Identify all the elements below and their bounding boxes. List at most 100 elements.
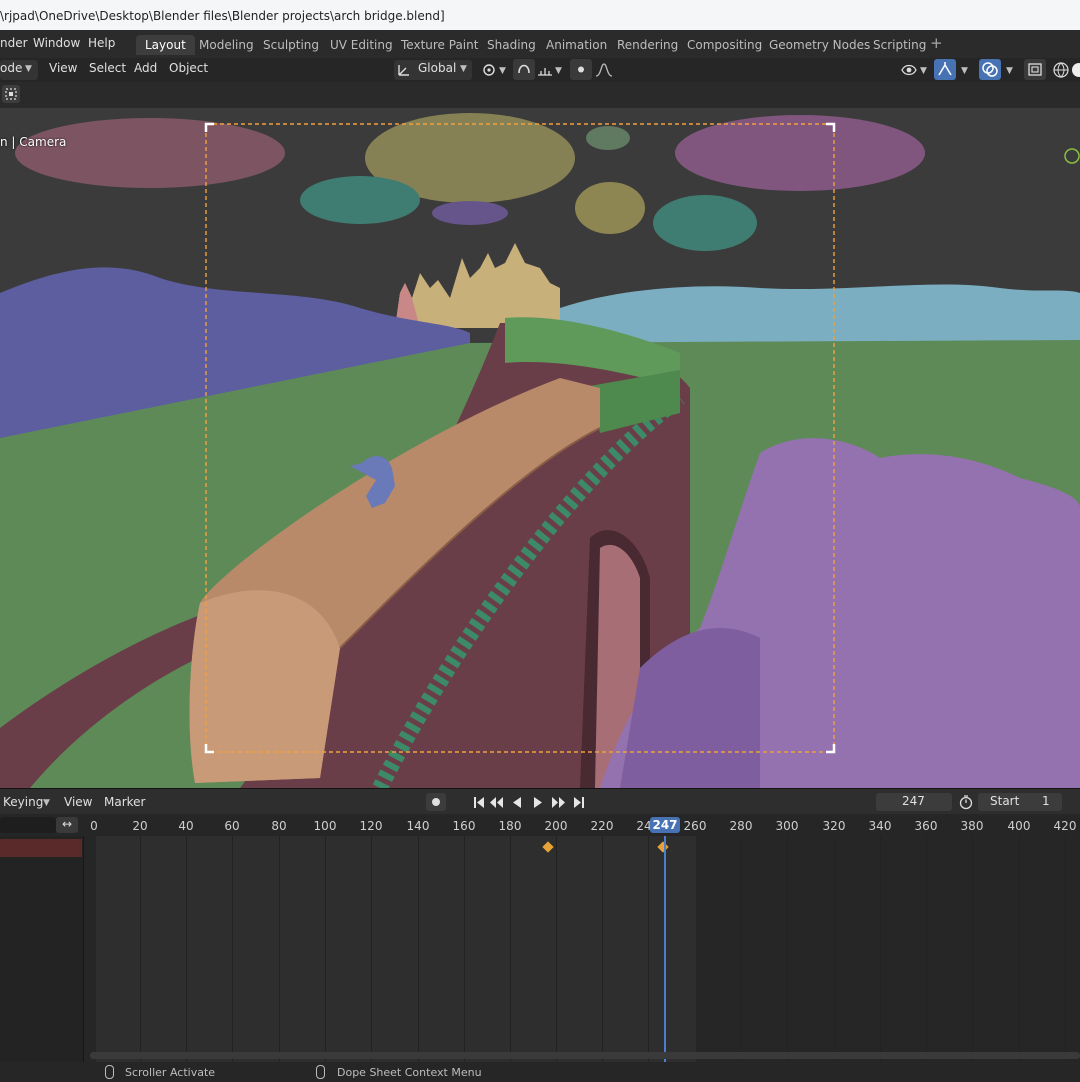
grid-line — [140, 836, 141, 1062]
grid-line — [648, 836, 649, 1062]
cloud — [653, 195, 757, 251]
tab-uv-editing[interactable]: UV Editing — [321, 35, 402, 55]
mouse-icon — [316, 1065, 325, 1079]
falloff-icon[interactable] — [595, 62, 613, 78]
tab-animation[interactable]: Animation — [537, 35, 616, 55]
play-reverse-icon[interactable] — [513, 797, 521, 808]
ruler-tick: 220 — [590, 819, 614, 833]
tab-geometry-nodes[interactable]: Geometry Nodes — [760, 35, 879, 55]
ruler-tick: 200 — [544, 819, 568, 833]
status-scroller-activate: Scroller Activate — [125, 1066, 216, 1079]
window-title: \rjpad\OneDrive\Desktop\Blender files\Bl… — [0, 9, 445, 23]
grid-line — [325, 836, 326, 1062]
viewport-camera-label: n | Camera — [0, 135, 67, 149]
start-frame-label: Start — [990, 794, 1020, 808]
3d-viewport[interactable]: n | Camera — [0, 108, 1080, 788]
chevron-down-icon: ▼ — [25, 64, 32, 74]
timeline-view-menu[interactable]: View — [64, 795, 92, 809]
ruler-tick: 300 — [775, 819, 799, 833]
tab-sculpting[interactable]: Sculpting — [254, 35, 328, 55]
playhead-line[interactable] — [664, 836, 666, 1062]
menu-add[interactable]: Add — [134, 61, 157, 75]
status-context-menu: Dope Sheet Context Menu — [337, 1066, 482, 1079]
overlays-toggle-icon[interactable] — [979, 59, 1001, 80]
viewport-scene — [0, 108, 1080, 788]
tool-settings-row — [0, 82, 1080, 108]
grid-line — [834, 836, 835, 1062]
ruler-tick: 260 — [683, 819, 707, 833]
grid-line — [1019, 836, 1020, 1062]
snap-icon[interactable] — [513, 59, 535, 80]
jump-to-keyframe-next-icon[interactable] — [552, 797, 565, 808]
timeline-marker-menu[interactable]: Marker — [104, 795, 145, 809]
start-frame-field[interactable]: Start 1 — [978, 793, 1062, 811]
cloud — [675, 115, 925, 191]
jump-to-end-icon[interactable] — [574, 797, 584, 808]
tab-shading[interactable]: Shading — [478, 35, 545, 55]
orientation-dropdown[interactable]: Global ▼ — [394, 60, 472, 80]
grid-line — [464, 836, 465, 1062]
visibility-eye-icon[interactable] — [900, 61, 918, 79]
ruler-tick: 80 — [271, 819, 287, 833]
ruler-tick: 40 — [178, 819, 194, 833]
channel-search-field[interactable] — [0, 817, 56, 833]
playhead-frame-badge[interactable]: 247 — [650, 817, 680, 833]
menu-window[interactable]: Window — [33, 36, 80, 50]
pivot-point-icon[interactable] — [481, 62, 497, 78]
add-workspace-icon[interactable]: + — [930, 34, 943, 52]
frame-ruler[interactable]: ↔ 0 20 40 60 80 100 120 140 160 180 200 … — [0, 814, 1080, 836]
dope-sheet[interactable] — [0, 836, 1080, 1062]
tab-rendering[interactable]: Rendering — [608, 35, 687, 55]
status-bar: Scroller Activate Dope Sheet Context Men… — [0, 1062, 1080, 1082]
menu-select[interactable]: Select — [89, 61, 126, 75]
ruler-tick: 280 — [729, 819, 753, 833]
snap-increment-icon[interactable] — [537, 63, 553, 77]
cloud — [300, 176, 420, 224]
grid-line — [880, 836, 881, 1062]
chevron-down-icon: ▼ — [961, 66, 968, 76]
menu-render[interactable]: nder — [0, 36, 28, 50]
cloud — [586, 126, 630, 150]
cloud — [575, 182, 645, 234]
orientation-label: Global — [418, 61, 457, 75]
ruler-tick: 380 — [960, 819, 984, 833]
summary-channel-row[interactable] — [0, 839, 82, 857]
menu-object[interactable]: Object — [169, 61, 208, 75]
tab-compositing[interactable]: Compositing — [678, 35, 771, 55]
tab-modeling[interactable]: Modeling — [190, 35, 263, 55]
select-box-tool-icon[interactable] — [2, 85, 20, 103]
chevron-down-icon: ▼ — [43, 798, 50, 808]
stopwatch-icon[interactable] — [958, 794, 974, 810]
grid-line — [556, 836, 557, 1062]
grid-line — [1065, 836, 1066, 1062]
chevron-down-icon: ▼ — [555, 66, 562, 76]
auto-keying-record-icon[interactable] — [426, 793, 446, 811]
proportional-editing-icon[interactable] — [570, 59, 592, 80]
grid-line — [279, 836, 280, 1062]
grid-line — [232, 836, 233, 1062]
wireframe-shading-icon[interactable] — [1052, 61, 1070, 79]
menu-help[interactable]: Help — [88, 36, 115, 50]
tab-layout[interactable]: Layout — [136, 35, 195, 55]
swap-arrows-icon[interactable]: ↔ — [56, 817, 78, 833]
train-car-front — [189, 590, 340, 783]
keying-dropdown[interactable]: Keying — [3, 795, 43, 809]
jump-to-start-icon[interactable] — [474, 797, 484, 808]
timeline-scrollbar[interactable] — [90, 1052, 1080, 1059]
jump-to-keyframe-prev-icon[interactable] — [490, 797, 503, 808]
tab-texture-paint[interactable]: Texture Paint — [392, 35, 487, 55]
current-frame-field[interactable]: 247 — [876, 793, 952, 811]
menu-view[interactable]: View — [49, 61, 77, 75]
play-icon[interactable] — [534, 797, 542, 808]
grid-line — [510, 836, 511, 1062]
channel-region — [0, 836, 84, 1062]
cloud — [432, 201, 508, 225]
xray-toggle-icon[interactable] — [1024, 59, 1046, 80]
tab-scripting[interactable]: Scripting — [864, 35, 935, 55]
mode-dropdown[interactable]: ode ▼ — [0, 60, 38, 80]
grid-line — [926, 836, 927, 1062]
chevron-down-icon: ▼ — [460, 64, 467, 74]
solid-shading-icon[interactable] — [1070, 61, 1080, 79]
gizmo-toggle-icon[interactable] — [934, 59, 956, 80]
viewport-header: ode ▼ View Select Add Object Global ▼ ▼ … — [0, 58, 1080, 82]
